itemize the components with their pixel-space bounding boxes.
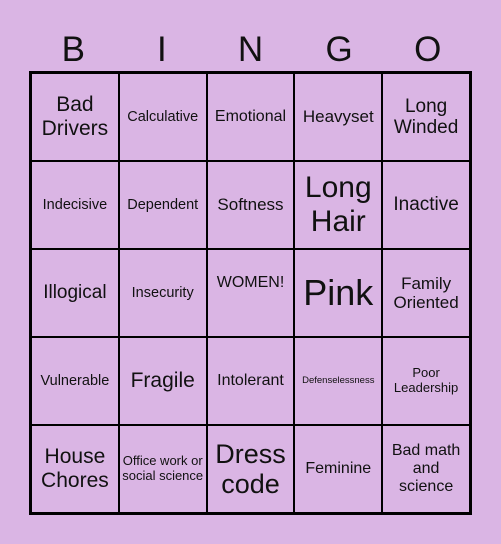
- bingo-cell[interactable]: Fragile: [118, 337, 207, 425]
- header-letter-g: G: [325, 30, 353, 69]
- bingo-header: B I N G O: [29, 30, 472, 70]
- bingo-cell[interactable]: Indecisive: [31, 161, 119, 249]
- header-letter-o: O: [414, 30, 442, 69]
- bingo-cell[interactable]: Intolerant: [206, 337, 295, 425]
- bingo-cell[interactable]: Poor Leadership: [382, 337, 470, 425]
- bingo-cell[interactable]: WOMEN!: [206, 249, 295, 337]
- bingo-cell[interactable]: Heavyset: [294, 73, 383, 161]
- header-letter-i: I: [157, 30, 167, 69]
- bingo-cell[interactable]: Insecurity: [118, 249, 207, 337]
- header-letter-n: N: [237, 30, 264, 69]
- bingo-cell[interactable]: Office work or social science: [118, 425, 207, 513]
- bingo-cell[interactable]: Feminine: [294, 425, 383, 513]
- bingo-cell[interactable]: Long Winded: [382, 73, 470, 161]
- bingo-cell[interactable]: House Chores: [31, 425, 119, 513]
- bingo-cell[interactable]: Pink: [294, 249, 383, 337]
- bingo-cell[interactable]: Calculative: [118, 73, 207, 161]
- bingo-cell[interactable]: Illogical: [31, 249, 119, 337]
- bingo-cell[interactable]: Dress code: [206, 425, 295, 513]
- bingo-cell[interactable]: Long Hair: [294, 161, 383, 249]
- bingo-cell[interactable]: Vulnerable: [31, 337, 119, 425]
- bingo-grid: Bad Drivers Calculative Emotional Heavys…: [29, 71, 472, 515]
- bingo-cell[interactable]: Defenselessness: [294, 337, 383, 425]
- bingo-cell[interactable]: Softness: [206, 161, 295, 249]
- bingo-cell[interactable]: Bad math and science: [382, 425, 470, 513]
- bingo-cell[interactable]: Dependent: [118, 161, 207, 249]
- bingo-cell[interactable]: Inactive: [382, 161, 470, 249]
- bingo-cell[interactable]: Family Oriented: [382, 249, 470, 337]
- bingo-cell[interactable]: Bad Drivers: [31, 73, 119, 161]
- bingo-cell[interactable]: Emotional: [206, 73, 295, 161]
- header-letter-b: B: [61, 30, 85, 69]
